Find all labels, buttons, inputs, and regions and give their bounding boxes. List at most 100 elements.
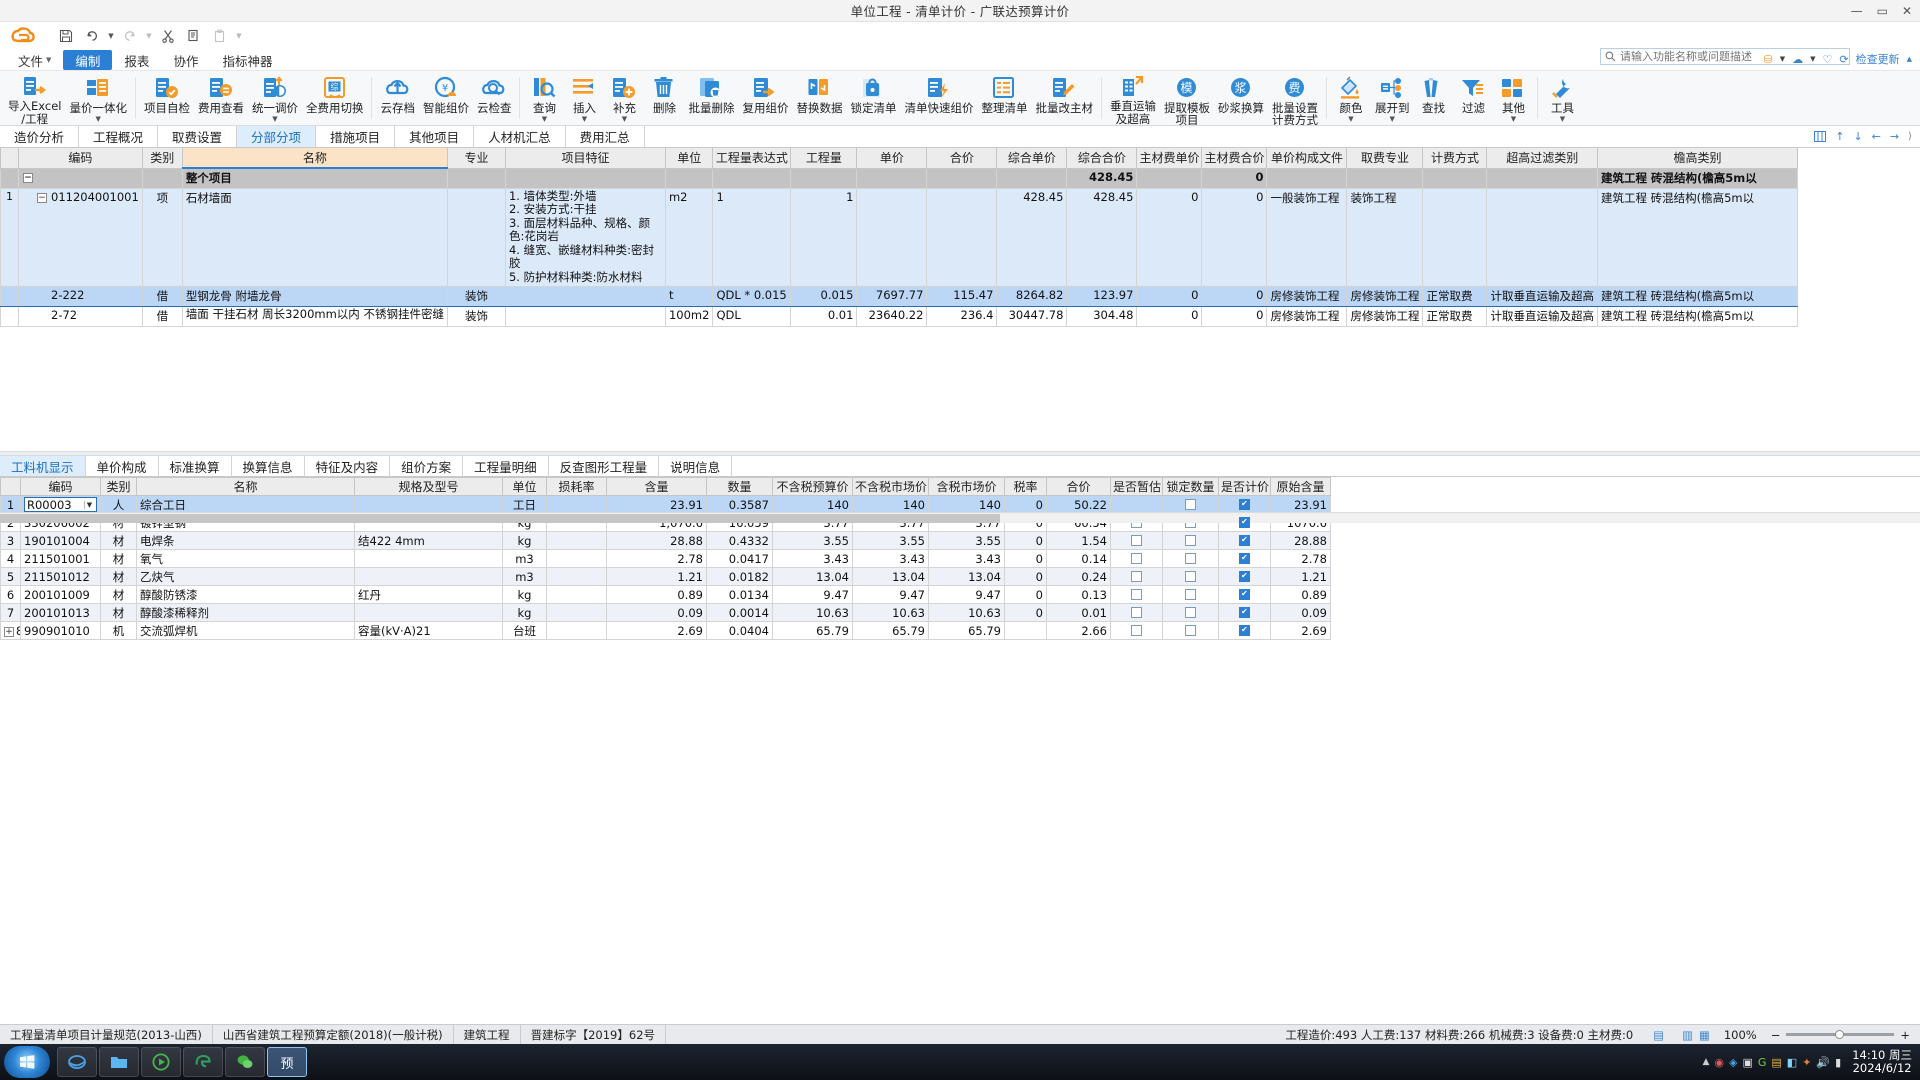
detail-cell-tax_market[interactable]: 3.43 <box>928 549 1005 568</box>
cell-code[interactable]: 2-72 <box>18 305 143 327</box>
is-priced-checkbox[interactable] <box>1239 606 1250 618</box>
detail-tab-7[interactable]: 反查图形工程量 <box>549 456 660 476</box>
cell-eave[interactable]: 建筑工程 砖混结构(檐高5m以 <box>1596 187 1798 287</box>
cell-main_total[interactable]: 0 <box>1201 167 1268 189</box>
cell-qty_expr[interactable]: QDL <box>712 305 792 327</box>
code-editor-cell[interactable]: R00003 ▼ <box>24 497 97 512</box>
detail-cell-lock[interactable] <box>1162 549 1219 568</box>
is-priced-checkbox[interactable] <box>1239 534 1250 546</box>
estimate-checkbox[interactable] <box>1131 588 1142 600</box>
ribbon-button-cloud-archive[interactable]: 云存档 <box>376 74 419 125</box>
cell-unit_price[interactable]: 7697.77 <box>856 285 928 307</box>
detail-cell-budget[interactable]: 9.47 <box>772 585 853 604</box>
cell-qty_expr[interactable]: 1 <box>712 187 792 287</box>
column-header-0[interactable] <box>0 148 19 169</box>
zoom-out-button[interactable]: − <box>1771 1028 1781 1042</box>
detail-column-header-1[interactable]: 编码 <box>20 477 101 496</box>
estimate-checkbox[interactable] <box>1131 570 1142 582</box>
detail-cell-name[interactable]: 醇酸防锈漆 <box>136 585 355 604</box>
chevron-down-icon[interactable]: ▼ <box>1511 115 1516 123</box>
lock-quantity-checkbox[interactable] <box>1185 570 1196 582</box>
cell-fee_mode[interactable] <box>1422 187 1488 287</box>
detail-tab-6[interactable]: 工程量明细 <box>463 456 549 476</box>
cell-unit[interactable]: t <box>664 285 714 307</box>
tab-6[interactable]: 人材机汇总 <box>474 126 566 147</box>
detail-column-header-10[interactable]: 不含税市场价 <box>852 477 929 496</box>
detail-cell-name[interactable]: 乙炔气 <box>136 567 355 586</box>
ribbon-button-fee-view[interactable]: 费用查看 <box>194 74 248 125</box>
chevron-down-icon[interactable]: ▼ <box>1810 55 1815 63</box>
cell-unit[interactable]: 100m2 <box>664 305 714 327</box>
column-header-1[interactable]: 编码 <box>18 148 143 169</box>
cell-qty[interactable]: 0.015 <box>790 285 858 307</box>
detail-cell-orig[interactable]: 0.09 <box>1270 603 1331 622</box>
chevron-down-icon[interactable]: ▼ <box>84 500 94 509</box>
cell-main_unit[interactable]: 0 <box>1136 285 1203 307</box>
detail-cell-budget[interactable]: 140 <box>772 495 853 514</box>
undo-dropdown-icon[interactable]: ▼ <box>106 25 116 47</box>
detail-column-header-8[interactable]: 数量 <box>706 477 773 496</box>
detail-tab-8[interactable]: 说明信息 <box>659 456 733 476</box>
detail-cell-market[interactable]: 140 <box>852 495 929 514</box>
detail-table-row[interactable]: 3 190101004 材电焊条 结422 4mm kg 28.88 0.4332 3.55 3… <box>0 531 1331 550</box>
detail-cell-budget[interactable]: 13.04 <box>772 567 853 586</box>
detail-cell-unit[interactable]: 台班 <box>502 621 547 640</box>
cell-unit_price[interactable]: 23640.22 <box>856 305 928 327</box>
cell-comp_total_price[interactable]: 304.48 <box>1066 305 1138 327</box>
detail-column-header-16[interactable]: 是否计价 <box>1218 477 1271 496</box>
cell-code[interactable]: − <box>18 167 143 189</box>
detail-cell-cat[interactable]: 材 <box>100 567 137 586</box>
detail-cell-total[interactable]: 0.14 <box>1046 549 1111 568</box>
detail-cell-priced[interactable] <box>1218 603 1271 622</box>
cell-eave[interactable]: 建筑工程 砖混结构(檐高5m以 <box>1596 285 1798 307</box>
cell-comp_unit_price[interactable]: 428.45 <box>996 187 1068 287</box>
detail-cell-tax_market[interactable]: 3.55 <box>928 531 1005 550</box>
tray-chevron-icon[interactable]: ▲ <box>1702 1057 1709 1067</box>
cell-total_price[interactable]: 236.4 <box>926 305 998 327</box>
detail-cell-total[interactable]: 0.01 <box>1046 603 1111 622</box>
ribbon-button-color[interactable]: 颜色 ▼ <box>1331 74 1371 125</box>
detail-cell-lock[interactable] <box>1162 495 1219 514</box>
cell-over_filter[interactable] <box>1486 167 1598 189</box>
layout-icon-2[interactable]: ▥ <box>1682 1028 1693 1042</box>
detail-tab-3[interactable]: 换算信息 <box>232 456 305 476</box>
tray-volume-icon[interactable]: 🔊 <box>1816 1056 1830 1069</box>
cell-code[interactable]: 2-222 <box>18 285 143 307</box>
detail-cell-name[interactable]: 电焊条 <box>136 531 355 550</box>
cell-fee_mode[interactable]: 正常取费 <box>1422 285 1488 307</box>
detail-column-header-12[interactable]: 税率 <box>1004 477 1047 496</box>
cell-price_file[interactable]: 一般装饰工程 <box>1266 187 1348 287</box>
detail-cell-loss[interactable] <box>546 621 607 640</box>
cell-fee_major[interactable] <box>1346 167 1424 189</box>
detail-tab-2[interactable]: 标准换算 <box>159 456 232 476</box>
zoom-slider[interactable] <box>1786 1030 1895 1039</box>
ribbon-button-cloud-check[interactable]: 云检查 <box>473 74 516 125</box>
chevron-down-icon[interactable]: ▼ <box>96 115 101 123</box>
detail-column-header-15[interactable]: 锁定数量 <box>1162 477 1219 496</box>
detail-cell-cat[interactable]: 材 <box>100 585 137 604</box>
zoom-slider-handle[interactable] <box>1835 1030 1845 1039</box>
detail-cell-spec[interactable]: 红丹 <box>354 585 503 604</box>
paste-icon[interactable] <box>208 25 232 47</box>
collapse-icon[interactable]: ⟩ <box>1908 131 1912 142</box>
detail-column-header-7[interactable]: 含量 <box>606 477 707 496</box>
detail-cell-qty[interactable]: 0.0014 <box>706 603 773 622</box>
menu-item-collab[interactable]: 协作 <box>161 50 210 70</box>
tab-7[interactable]: 费用汇总 <box>565 126 645 147</box>
detail-column-header-14[interactable]: 是否暂估 <box>1110 477 1163 496</box>
cell-qty_expr[interactable] <box>712 167 792 189</box>
detail-column-header-9[interactable]: 不含税预算价 <box>772 477 853 496</box>
detail-cell-tax_market[interactable]: 9.47 <box>928 585 1005 604</box>
detail-cell-cat[interactable]: 人 <box>100 495 137 514</box>
cell-comp_unit_price[interactable]: 30447.78 <box>996 305 1068 327</box>
tab-4[interactable]: 措施项目 <box>316 126 396 147</box>
detail-cell-spec[interactable]: 容量(kV·A)21 <box>354 621 503 640</box>
detail-cell-priced[interactable] <box>1218 549 1271 568</box>
detail-cell-rate[interactable]: 0 <box>1004 531 1047 550</box>
cell-feature[interactable] <box>504 285 666 307</box>
cell-unit[interactable]: m2 <box>664 187 714 287</box>
column-header-9[interactable]: 单价 <box>856 148 928 169</box>
cell-feature[interactable] <box>504 167 666 189</box>
detail-cell-estimate[interactable] <box>1110 621 1163 640</box>
cell-cat[interactable]: 项 <box>141 187 183 287</box>
